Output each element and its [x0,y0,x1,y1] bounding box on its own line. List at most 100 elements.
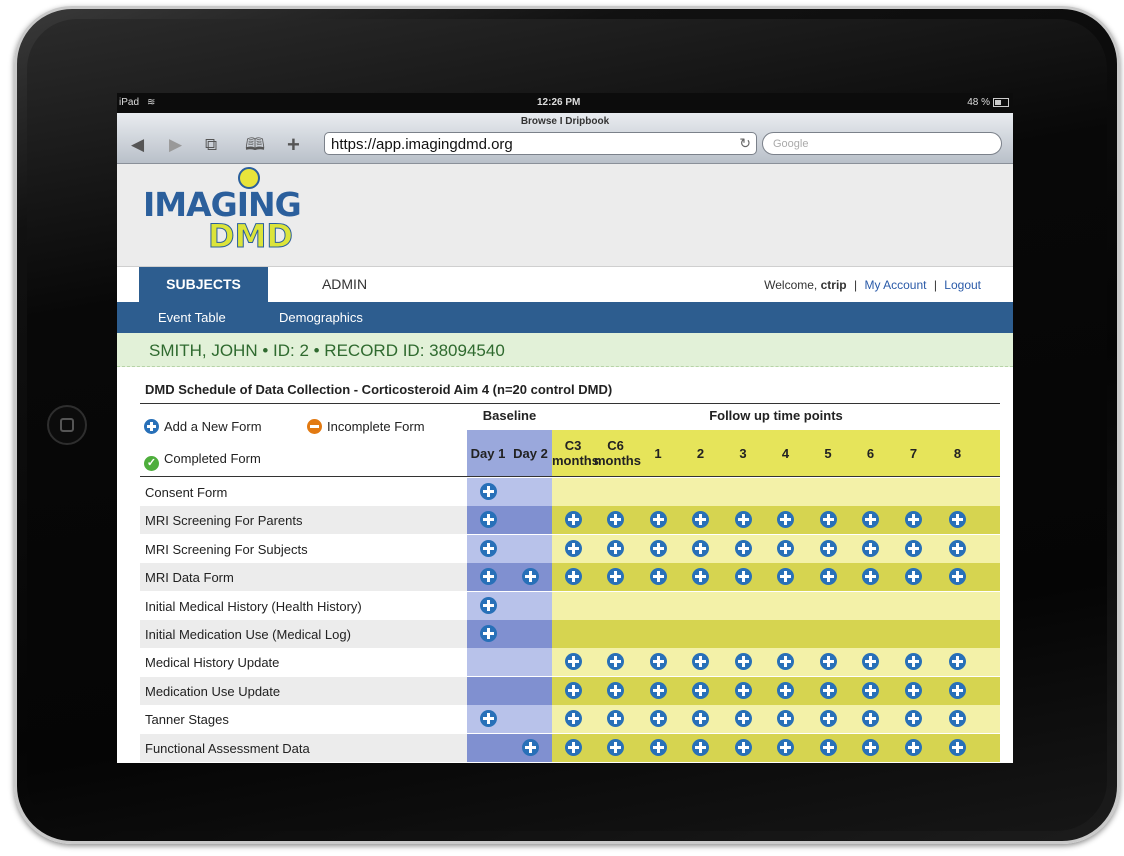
add-form-icon[interactable] [734,710,752,728]
add-form-icon[interactable] [949,738,966,756]
column-header: 6 [849,430,892,476]
add-form-icon[interactable] [862,681,879,699]
battery-label: 48 % [967,97,990,108]
add-form-icon[interactable] [479,625,497,642]
add-form-icon[interactable] [949,539,966,557]
logo-figure-icon [238,167,260,189]
baseline-cell-bg [467,733,552,762]
add-form-icon[interactable] [564,681,582,699]
add-form-icon[interactable] [649,511,667,529]
column-header: 1 [637,430,679,476]
row-label: MRI Screening For Subjects [145,541,308,557]
reload-icon[interactable]: ↻ [739,135,751,152]
add-form-icon[interactable] [649,710,667,728]
add-form-icon[interactable] [819,738,837,756]
add-form-icon[interactable] [649,653,667,671]
row-label: Medication Use Update [145,683,281,699]
add-form-icon[interactable] [777,539,794,557]
imaging-dmd-logo[interactable]: IMAGING DMD [140,167,320,262]
add-form-icon[interactable] [905,738,922,756]
wifi-icon: ≋ [147,97,156,108]
clock: 12:26 PM [537,97,581,108]
add-form-icon[interactable] [479,710,497,728]
home-button[interactable] [47,405,87,445]
add-form-icon[interactable] [692,539,709,557]
add-form-icon[interactable] [734,539,752,557]
logout-link[interactable]: Logout [944,278,981,292]
tabs-icon[interactable]: ⧉ [205,135,217,155]
add-form-icon[interactable] [479,483,497,500]
search-field[interactable]: Google [762,132,1002,155]
add-form-icon[interactable] [607,681,624,699]
add-form-icon[interactable] [734,511,752,529]
add-form-icon[interactable] [734,568,752,586]
tab-subjects[interactable]: SUBJECTS [139,267,268,302]
home-square-icon [60,418,74,432]
add-form-icon[interactable] [819,681,837,699]
legend-add-label: Add a New Form [164,419,262,434]
site-header: IMAGING DMD [117,164,1013,267]
baseline-header: Baseline [482,408,537,423]
status-bar: iPad ≋ 12:26 PM 48 % [117,93,1013,113]
tab-admin[interactable]: ADMIN [297,267,392,302]
table-row: MRI Screening For Subjects [140,534,1000,563]
add-form-icon[interactable] [607,539,624,557]
add-form-icon[interactable] [692,681,709,699]
add-form-icon[interactable] [649,568,667,586]
subnav-event-table[interactable]: Event Table [158,310,226,325]
legend-incomplete: Incomplete Form [307,419,425,434]
add-form-icon[interactable] [649,681,667,699]
add-form-icon[interactable] [479,568,497,586]
url-text: https://app.imagingdmd.org [331,136,513,153]
add-form-icon[interactable] [479,596,497,614]
add-form-icon[interactable] [905,681,922,699]
add-form-icon[interactable] [949,681,966,699]
add-form-icon[interactable] [564,653,582,671]
table-row: Medical History Update [140,648,1000,677]
bookmarks-icon[interactable]: 🕮 [245,135,265,155]
forward-icon[interactable]: ▶ [169,135,182,155]
table-row: MRI Screening For Parents [140,506,1000,535]
back-icon[interactable]: ◀ [131,135,144,155]
add-form-icon[interactable] [734,653,752,671]
column-header-line1: 1 [654,446,662,461]
add-form-icon[interactable] [479,539,497,557]
search-placeholder: Google [773,138,809,150]
add-form-icon[interactable] [777,738,794,756]
add-form-icon[interactable] [862,738,879,756]
add-form-icon[interactable] [862,539,879,557]
column-header-line2: months [552,453,599,468]
column-header-line1: 4 [781,446,790,461]
add-form-icon[interactable] [564,738,582,756]
page-title: Browse I Dripbook [520,116,610,127]
url-field[interactable]: https://app.imagingdmd.org ↻ [324,132,757,155]
subnav-demographics[interactable]: Demographics [279,310,363,325]
add-bookmark-icon[interactable]: + [287,134,300,156]
add-form-icon[interactable] [819,653,837,671]
screen: iPad ≋ 12:26 PM 48 % Browse I Dripbook ◀… [117,93,1013,763]
row-label: Consent Form [145,485,228,500]
add-form-icon[interactable] [734,738,752,756]
add-form-icon[interactable] [479,511,497,529]
add-form-icon[interactable] [692,738,709,756]
add-form-icon[interactable] [905,539,922,557]
legend-add: Add a New Form [144,419,262,434]
add-form-icon[interactable] [777,681,794,699]
my-account-link[interactable]: My Account [864,278,926,292]
add-form-icon[interactable] [607,738,624,756]
add-form-icon[interactable] [649,539,667,557]
add-form-icon[interactable] [819,710,837,728]
add-form-icon[interactable] [819,539,837,557]
sub-nav: Event Table Demographics [117,302,1013,333]
add-form-icon[interactable] [649,738,667,756]
add-form-icon[interactable] [522,738,539,756]
add-form-icon[interactable] [564,568,582,586]
add-form-icon[interactable] [564,539,582,557]
legend-completed-label: Completed Form [164,451,261,466]
add-form-icon[interactable] [734,681,752,699]
add-form-icon[interactable] [564,511,582,529]
column-header: Day 2 [509,430,552,476]
add-form-icon[interactable] [819,511,837,529]
add-form-icon[interactable] [819,568,837,586]
add-form-icon[interactable] [564,710,582,728]
